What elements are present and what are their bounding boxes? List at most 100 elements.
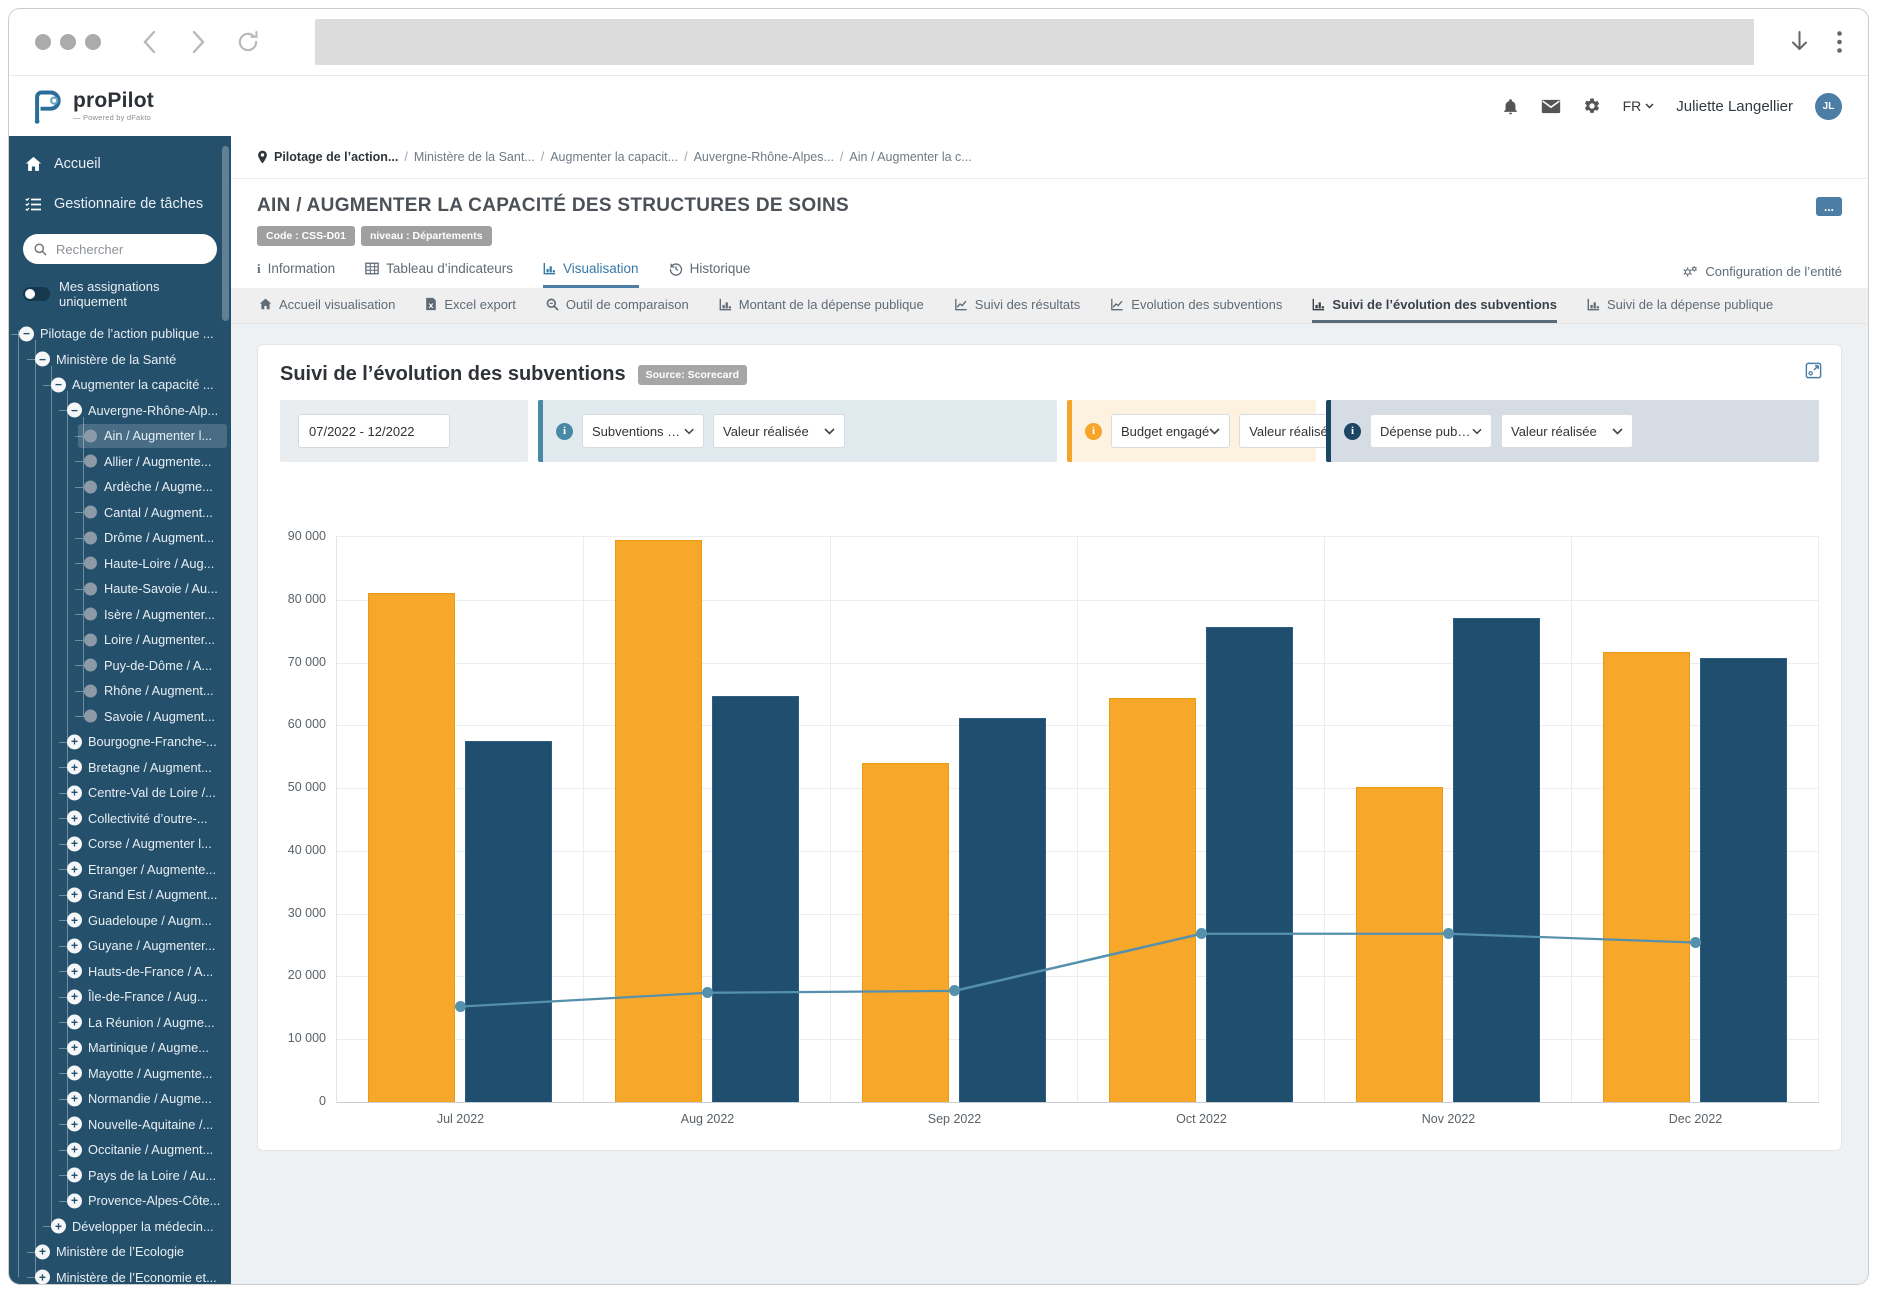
tree-item[interactable]: +Nouvelle-Aquitaine /... (9, 1112, 231, 1138)
subtab-7[interactable]: Suivi de la dépense publique (1587, 288, 1773, 323)
breadcrumb-item[interactable]: Augmenter la capacit... (550, 150, 678, 164)
subtab-5[interactable]: Evolution des subventions (1110, 288, 1282, 323)
bar-d-pense-publique[interactable] (1453, 618, 1540, 1102)
tree-item[interactable]: Loire / Augmenter... (9, 627, 231, 653)
tree-item[interactable]: +Normandie / Augme... (9, 1086, 231, 1112)
tree-item[interactable]: +Hauts-de-France / A... (9, 959, 231, 985)
bar-budget-engag-[interactable] (615, 540, 702, 1102)
tree-item[interactable]: −Pilotage de l’action publique ... (9, 321, 231, 347)
sidebar-item-accueil[interactable]: Accueil (9, 136, 231, 184)
gear-icon[interactable] (1583, 97, 1601, 115)
tree-item[interactable]: −Auvergne-Rhône-Alp... (9, 398, 231, 424)
breadcrumb-item[interactable]: Auvergne-Rhône-Alpes... (694, 150, 834, 164)
metric-select[interactable]: Subventions all... (582, 414, 704, 448)
value-select[interactable]: Valeur réalisée (713, 414, 845, 448)
tree-item[interactable]: +Occitanie / Augment... (9, 1137, 231, 1163)
bar-budget-engag-[interactable] (368, 593, 455, 1103)
breadcrumb-item[interactable]: Ministère de la Sant... (414, 150, 535, 164)
more-actions-button[interactable]: ... (1816, 197, 1842, 216)
sidebar-item-task-manager[interactable]: Gestionnaire de tâches (9, 184, 231, 224)
tree-item[interactable]: +Guadeloupe / Augm... (9, 908, 231, 934)
tree-item[interactable]: +Martinique / Augme... (9, 1035, 231, 1061)
forward-button[interactable] (187, 29, 209, 55)
tree-item[interactable]: +Etranger / Augmente... (9, 857, 231, 883)
tree-item[interactable]: +Bretagne / Augment... (9, 755, 231, 781)
window-control-dot[interactable] (60, 34, 76, 50)
bar-budget-engag-[interactable] (1356, 787, 1443, 1102)
sidebar-scrollbar[interactable] (222, 146, 229, 321)
tree-item[interactable]: +La Réunion / Augme... (9, 1010, 231, 1036)
entity-config-button[interactable]: Configuration de l’entité (1682, 264, 1842, 288)
tree-item[interactable]: +Ministère de l’Ecologie (9, 1239, 231, 1265)
window-control-dot[interactable] (35, 34, 51, 50)
tree-item[interactable]: +Bourgogne-Franche-... (9, 729, 231, 755)
breadcrumb-item[interactable]: Ain / Augmenter la c... (849, 150, 971, 164)
bar-d-pense-publique[interactable] (465, 741, 552, 1102)
brand-logo[interactable]: proPilot — Powered by dFakto (29, 87, 154, 125)
tree-item[interactable]: Puy-de-Dôme / A... (9, 653, 231, 679)
tab-visualisation[interactable]: Visualisation (543, 261, 639, 288)
tree-item[interactable]: +Guyane / Augmenter... (9, 933, 231, 959)
tree-item[interactable]: Allier / Augmente... (9, 449, 231, 475)
tree-item[interactable]: +Grand Est / Augment... (9, 882, 231, 908)
search-input[interactable] (54, 241, 208, 258)
tree-item[interactable]: +Corse / Augmenter l... (9, 831, 231, 857)
assignments-toggle[interactable] (23, 287, 50, 301)
subtab-0[interactable]: Accueil visualisation (259, 288, 395, 323)
metric-select[interactable]: Budget engagé (1111, 414, 1230, 448)
tree-item[interactable]: +Île-de-France / Aug... (9, 984, 231, 1010)
expand-icon[interactable] (1802, 359, 1825, 382)
tree-item[interactable]: −Ministère de la Santé (9, 347, 231, 373)
subtab-1[interactable]: Excel export (425, 288, 516, 323)
tree-item[interactable]: Haute-Savoie / Au... (9, 576, 231, 602)
avatar[interactable]: JL (1815, 93, 1842, 120)
info-icon[interactable]: i (1085, 423, 1102, 440)
language-selector[interactable]: FR (1623, 98, 1655, 114)
tree-item[interactable]: +Collectivité d’outre-... (9, 806, 231, 832)
tab-tableau-d-indicateurs[interactable]: Tableau d’indicateurs (365, 261, 513, 288)
tree-item[interactable]: Savoie / Augment... (9, 704, 231, 730)
bar-d-pense-publique[interactable] (1206, 627, 1293, 1102)
info-icon[interactable]: i (1344, 423, 1361, 440)
tree-item[interactable]: +Ministère de l’Economie et... (9, 1265, 231, 1286)
tree-item[interactable]: +Mayotte / Augmente... (9, 1061, 231, 1087)
metric-select[interactable]: Dépense publiq... (1370, 414, 1492, 448)
tree-item[interactable]: +Provence-Alpes-Côte... (9, 1188, 231, 1214)
breadcrumb-item[interactable]: Pilotage de l’action... (274, 150, 398, 164)
subtab-3[interactable]: Montant de la dépense publique (719, 288, 924, 323)
download-icon[interactable] (1790, 30, 1809, 54)
bar-budget-engag-[interactable] (1109, 698, 1196, 1102)
bar-d-pense-publique[interactable] (712, 696, 799, 1102)
tree-item[interactable]: Ardèche / Augme... (9, 474, 231, 500)
mail-icon[interactable] (1541, 99, 1561, 114)
back-button[interactable] (139, 29, 161, 55)
value-select[interactable]: Valeur réalisée (1501, 414, 1633, 448)
tree-item[interactable]: −Augmenter la capacité ... (9, 372, 231, 398)
tab-information[interactable]: iInformation (257, 261, 335, 288)
tree-item[interactable]: Rhône / Augment... (9, 678, 231, 704)
tree-item[interactable]: Isère / Augmenter... (9, 602, 231, 628)
tree-item[interactable]: +Centre-Val de Loire /... (9, 780, 231, 806)
bar-d-pense-publique[interactable] (959, 718, 1046, 1102)
tree-item[interactable]: Ain / Augmenter l... (9, 423, 231, 449)
tree-item[interactable]: +Développer la médecin... (9, 1214, 231, 1240)
tree-item[interactable]: +Pays de la Loire / Au... (9, 1163, 231, 1189)
tab-historique[interactable]: Historique (669, 261, 751, 288)
url-bar[interactable] (315, 19, 1754, 65)
subtab-2[interactable]: Outil de comparaison (546, 288, 689, 323)
date-range-input[interactable] (298, 414, 450, 448)
bell-icon[interactable] (1502, 97, 1519, 116)
bar-budget-engag-[interactable] (1603, 652, 1690, 1102)
window-control-dot[interactable] (85, 34, 101, 50)
info-icon[interactable]: i (556, 423, 573, 440)
tree-item[interactable]: Cantal / Augment... (9, 500, 231, 526)
subtab-4[interactable]: Suivi des résultats (954, 288, 1081, 323)
tree-item[interactable]: Haute-Loire / Aug... (9, 551, 231, 577)
kebab-menu-icon[interactable] (1837, 31, 1842, 53)
tree-item[interactable]: Drôme / Augment... (9, 525, 231, 551)
bar-d-pense-publique[interactable] (1700, 658, 1787, 1102)
subtab-6[interactable]: Suivi de l’évolution des subventions (1312, 288, 1557, 323)
user-name[interactable]: Juliette Langellier (1676, 98, 1793, 115)
bar-budget-engag-[interactable] (862, 763, 949, 1102)
refresh-button[interactable] (235, 29, 261, 55)
